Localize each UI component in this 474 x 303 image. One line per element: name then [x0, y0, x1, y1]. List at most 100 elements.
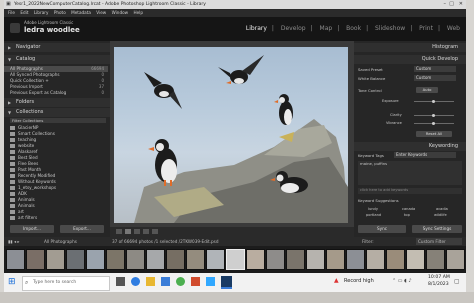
collections-header[interactable]: ▼ Collections: [4, 108, 122, 117]
filmstrip-thumbnail[interactable]: [246, 249, 265, 270]
maximize-icon[interactable]: □: [449, 0, 454, 9]
keywording-header[interactable]: Keywording: [354, 142, 466, 151]
suggestion-keyword[interactable]: lundy: [368, 207, 378, 211]
sync-button[interactable]: Sync: [358, 225, 406, 233]
add-keywords-field[interactable]: click here to add keywords: [358, 188, 462, 194]
filmstrip-thumbnail[interactable]: [166, 249, 185, 270]
quick-develop-header[interactable]: Quick Develop: [354, 55, 466, 64]
collection-item[interactable]: Animals: [10, 203, 35, 208]
store-icon[interactable]: [161, 277, 170, 286]
people-view-icon[interactable]: [152, 229, 158, 234]
collection-item[interactable]: ADK: [10, 191, 27, 196]
filmstrip-thumbnail[interactable]: [346, 249, 365, 270]
lightroom-taskbar-icon[interactable]: [221, 276, 232, 289]
suggestion-keyword[interactable]: portland: [366, 213, 381, 217]
filmstrip-thumbnail[interactable]: [286, 249, 305, 270]
filmstrip-thumbnail[interactable]: [86, 249, 105, 270]
collection-item[interactable]: art filters: [10, 215, 37, 220]
saved-preset-dropdown[interactable]: Custom: [414, 66, 456, 72]
notifications-icon[interactable]: ▢: [454, 278, 460, 285]
suggestion-keyword[interactable]: wildlife: [434, 213, 447, 217]
collection-item[interactable]: Alaskaref: [10, 149, 37, 154]
collection-item[interactable]: 1_etsy_workshops: [10, 185, 56, 190]
chrome-icon[interactable]: [176, 277, 185, 286]
menu-window[interactable]: Window: [112, 10, 129, 15]
collection-item[interactable]: Animals: [10, 197, 35, 202]
grid-view-icon[interactable]: [116, 229, 122, 234]
vibrance-slider[interactable]: [414, 122, 454, 125]
loupe-view-icon[interactable]: [125, 229, 131, 234]
edge-icon[interactable]: [131, 277, 140, 286]
weather-text[interactable]: Record high: [344, 278, 374, 284]
module-slideshow[interactable]: Slideshow: [375, 25, 405, 32]
windows-start-icon[interactable]: ⊞: [8, 277, 16, 287]
module-map[interactable]: Map: [320, 25, 333, 32]
filmstrip-thumbnail[interactable]: [266, 249, 285, 270]
filmstrip-thumbnail[interactable]: [146, 249, 165, 270]
module-library[interactable]: Library: [246, 25, 267, 32]
filmstrip-thumbnail[interactable]: [366, 249, 385, 270]
filmstrip-thumbnail-selected[interactable]: [226, 249, 245, 270]
menu-photo[interactable]: Photo: [54, 10, 66, 15]
slider-knob[interactable]: [432, 100, 435, 103]
photoshop-icon[interactable]: [206, 277, 215, 286]
file-explorer-icon[interactable]: [146, 277, 155, 286]
view-mode-icons[interactable]: ▮▮ ◂ ▸: [8, 237, 19, 246]
collection-item[interactable]: Without Keywords: [10, 179, 56, 184]
filmstrip-thumbnail[interactable]: [186, 249, 205, 270]
exposure-slider[interactable]: [414, 100, 454, 103]
keywords-textarea[interactable]: maine, puffins: [358, 161, 462, 185]
catalog-header[interactable]: ▼ Catalog: [4, 55, 122, 64]
taskbar-search-box[interactable]: ⌕ Type here to search: [22, 276, 110, 291]
filmstrip-thumbnail[interactable]: [426, 249, 445, 270]
tone-auto-button[interactable]: Auto: [416, 87, 438, 93]
module-develop[interactable]: Develop: [281, 25, 306, 32]
filmstrip-thumbnail[interactable]: [206, 249, 225, 270]
module-book[interactable]: Book: [346, 25, 361, 32]
filter-dropdown[interactable]: Custom Filter: [416, 238, 462, 245]
filmstrip-thumbnail[interactable]: [306, 249, 325, 270]
minimize-icon[interactable]: –: [444, 0, 447, 9]
filter-collections-field[interactable]: Filter Collections: [10, 118, 106, 123]
collection-item[interactable]: Smart Collections: [10, 131, 55, 136]
navigator-header[interactable]: ▶ Navigator: [4, 43, 122, 52]
menu-metadata[interactable]: Metadata: [71, 10, 91, 15]
survey-view-icon[interactable]: [143, 229, 149, 234]
filmstrip-thumbnail[interactable]: [26, 249, 45, 270]
menu-help[interactable]: Help: [133, 10, 143, 15]
task-view-icon[interactable]: [116, 277, 125, 286]
clarity-slider[interactable]: [414, 114, 454, 117]
filmstrip-source[interactable]: All Photographs: [44, 237, 77, 246]
filmstrip-thumbnail[interactable]: [126, 249, 145, 270]
reset-all-button[interactable]: Reset All: [416, 131, 452, 137]
histogram-header[interactable]: Histogram: [354, 43, 466, 52]
filmstrip-thumbnail[interactable]: [106, 249, 125, 270]
catalog-item-synced[interactable]: All Synced Photographs 0: [4, 72, 108, 77]
filmstrip-thumbnail[interactable]: [326, 249, 345, 270]
system-tray-icons[interactable]: ⌃ ▭ ◖ ♪: [392, 278, 412, 284]
export-button[interactable]: Export...: [60, 225, 104, 233]
compare-view-icon[interactable]: [134, 229, 140, 234]
filmstrip-thumbnail[interactable]: [386, 249, 405, 270]
close-icon[interactable]: ✕: [459, 0, 463, 9]
catalog-item-quick-collection[interactable]: Quick Collection + 0: [4, 78, 108, 83]
collection-item[interactable]: Best Sled: [10, 155, 38, 160]
keyword-tags-dropdown[interactable]: Enter Keywords: [394, 152, 456, 158]
slider-knob[interactable]: [432, 114, 435, 117]
import-button[interactable]: Import...: [10, 225, 54, 233]
collection-item[interactable]: website: [10, 143, 34, 148]
clock-time[interactable]: 10:07 AM: [428, 275, 450, 280]
puffins-photo[interactable]: [114, 47, 348, 223]
suggestion-keyword[interactable]: top: [404, 213, 410, 217]
clock-date[interactable]: 8/1/2023: [428, 282, 449, 287]
module-web[interactable]: Web: [447, 25, 460, 32]
collection-item[interactable]: Past Month: [10, 167, 41, 172]
menu-library[interactable]: Library: [34, 10, 49, 15]
sync-settings-button[interactable]: Sync Settings: [412, 225, 462, 233]
white-balance-dropdown[interactable]: Custom: [414, 75, 456, 81]
collection-item[interactable]: GlacierNP: [10, 125, 38, 130]
filmstrip-thumbnail[interactable]: [6, 249, 25, 270]
catalog-item-previous-export[interactable]: Previous Export as Catalog 0: [4, 90, 108, 95]
filmstrip-thumbnail[interactable]: [406, 249, 425, 270]
folders-header[interactable]: ▶ Folders: [4, 98, 122, 107]
